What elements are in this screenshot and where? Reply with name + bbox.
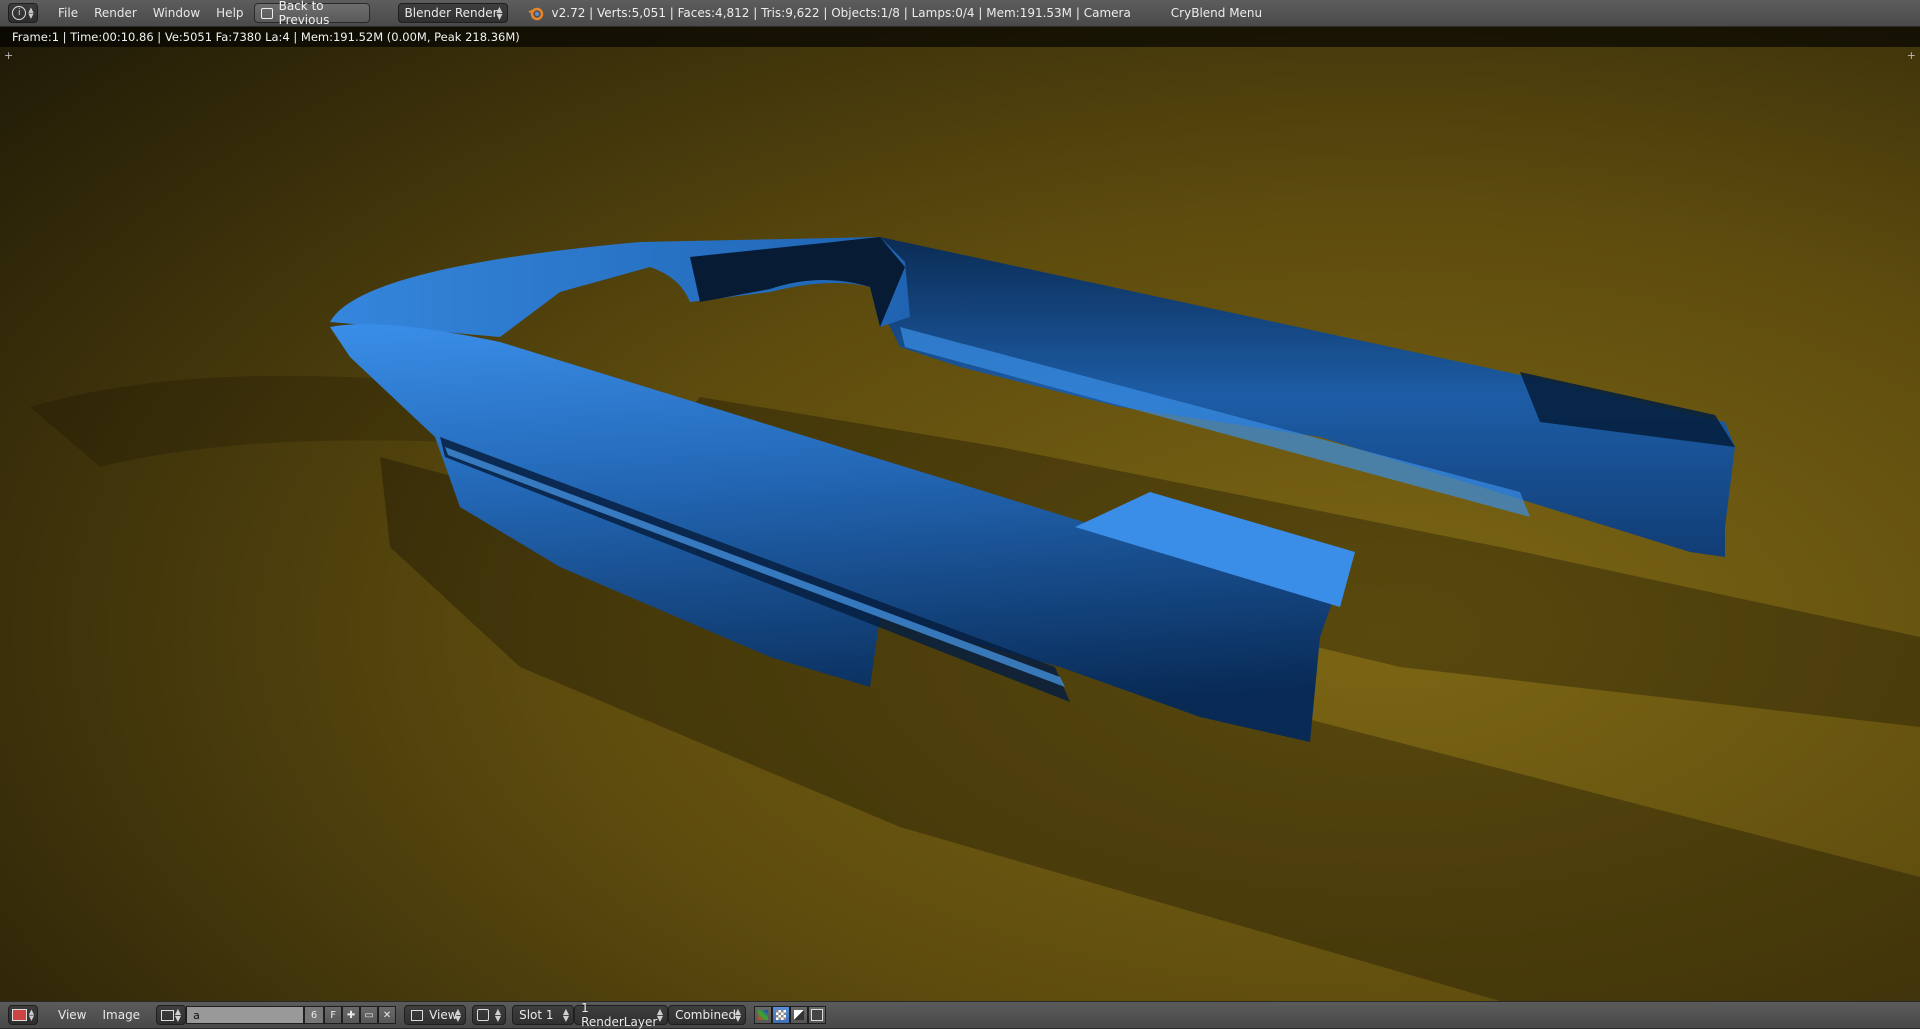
chevron-updown-icon: ▲ ▼ [494,1007,502,1023]
folder-icon: ▭ [364,1009,374,1021]
scene-stats: v2.72 | Verts:5,051 | Faces:4,812 | Tris… [551,6,1131,20]
image-editor-icon [11,1009,27,1021]
chevron-updown-icon: ▲ ▼ [28,6,34,20]
render-pass-dropdown[interactable]: Combined ▲ ▼ [668,1005,747,1025]
area-split-corner-icon[interactable]: + [1907,49,1916,62]
menu-image[interactable]: Image [94,1008,148,1022]
new-image-button[interactable]: ✚ [342,1006,361,1024]
chevron-updown-icon: ▲ ▼ [656,1007,664,1023]
image-browse-dropdown[interactable]: ▲ ▼ [156,1005,187,1025]
image-icon [161,1009,175,1021]
image-name-value: a [193,1008,200,1022]
menu-file[interactable]: File [50,6,86,20]
plus-icon: ✚ [346,1009,356,1021]
render-info-text: Frame:1 | Time:00:10.86 | Ve:5051 Fa:738… [12,30,520,44]
render-engine-label: Blender Render [404,6,498,20]
chevron-updown-icon: ▲ ▼ [562,1007,570,1023]
area-split-corner-icon[interactable]: + [4,49,13,62]
render-pass-label: Combined [675,1008,737,1022]
view-mode-label: View [429,1008,458,1022]
open-image-button[interactable]: ▭ [360,1006,379,1024]
render-layer-label: 1 RenderLayer [581,1001,658,1029]
unlink-image-button[interactable]: ✕ [378,1006,397,1024]
pivot-icon [477,1009,490,1021]
checker-icon [776,1010,787,1020]
image-editor-viewport[interactable]: Frame:1 | Time:00:10.86 | Ve:5051 Fa:738… [0,27,1920,1001]
close-icon: ✕ [382,1009,392,1021]
draw-color-alpha-button[interactable] [772,1006,791,1024]
chevron-updown-icon: ▲ ▼ [734,1007,742,1023]
chevron-updown-icon: ▲ ▼ [496,5,503,21]
render-engine-dropdown[interactable]: Blender Render ▲ ▼ [397,3,508,23]
render-info-bar: Frame:1 | Time:00:10.86 | Ve:5051 Fa:738… [0,27,1920,47]
color-channels-icon [758,1010,769,1020]
menu-cryblend[interactable]: CryBlend Menu [1163,6,1270,20]
render-result-image [0,27,1920,1001]
menu-view[interactable]: View [50,1008,94,1022]
blender-logo-icon [528,7,543,21]
back-to-previous-label: Back to Previous [278,0,330,27]
draw-alpha-button[interactable] [790,1006,809,1024]
fake-user-label: F [330,1009,336,1021]
render-layer-dropdown[interactable]: 1 RenderLayer ▲ ▼ [574,1001,669,1029]
draw-zbuffer-button[interactable] [808,1006,827,1024]
view-mode-dropdown[interactable]: View ▲ ▼ [404,1005,467,1025]
menu-window[interactable]: Window [145,6,208,20]
slot-dropdown[interactable]: Slot 1 ▲ ▼ [512,1005,575,1025]
info-icon: i [12,6,27,20]
back-to-previous-button[interactable]: Back to Previous [253,0,370,27]
chevron-updown-icon: ▲ ▼ [28,1008,35,1022]
slot-label: Slot 1 [519,1008,554,1022]
alpha-icon [794,1010,805,1020]
chevron-updown-icon: ▲ ▼ [454,1007,462,1023]
editor-type-selector[interactable]: ▲ ▼ [8,1005,38,1025]
image-name-field[interactable]: a [186,1006,305,1024]
image-user-count[interactable]: 6 [304,1006,325,1024]
draw-color-button[interactable] [754,1006,773,1024]
chevron-updown-icon: ▲ ▼ [174,1007,182,1023]
menu-help[interactable]: Help [208,6,251,20]
screen-back-icon [260,7,273,19]
menu-render[interactable]: Render [86,6,145,20]
zbuffer-icon [811,1009,824,1021]
image-editor-header: ▲ ▼ View Image ▲ ▼ a 6 F ✚ ▭ ✕ View ▲ ▼ ▲ ▼ … [0,1001,1920,1029]
user-count-value: 6 [310,1009,318,1021]
editor-type-selector[interactable]: i ▲ ▼ [8,3,38,23]
fake-user-button[interactable]: F [324,1006,343,1024]
info-header: i ▲ ▼ File Render Window Help Back to Pre… [0,0,1920,27]
pivot-dropdown[interactable]: ▲ ▼ [472,1005,507,1025]
view-icon [411,1009,424,1021]
